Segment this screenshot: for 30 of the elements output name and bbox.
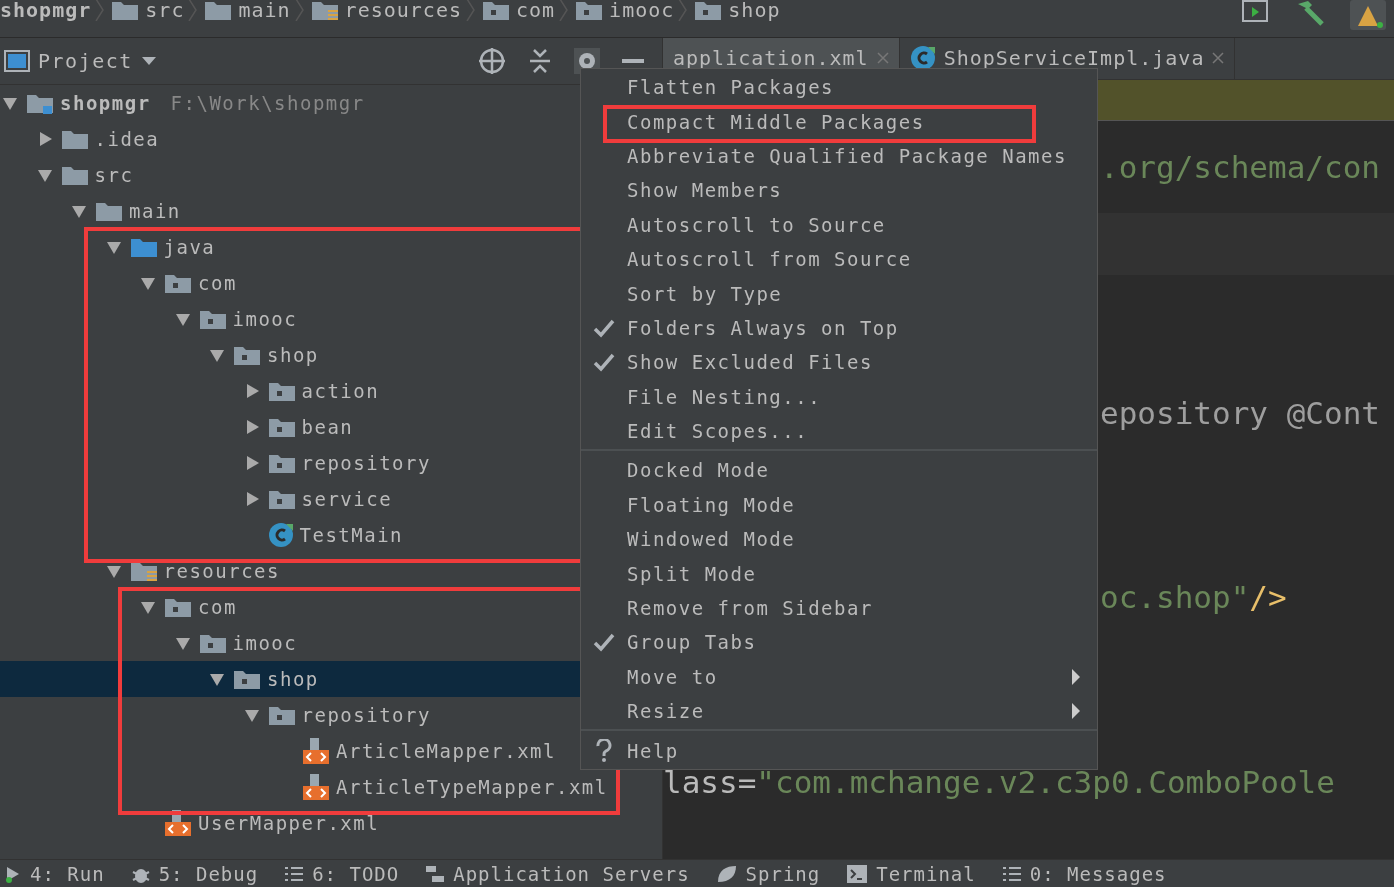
tree-item-label: repository [301,452,431,474]
code-text: "com.mchange.v2.c3p0.ComboPoole [756,766,1335,798]
tree-item-label: service [301,488,393,510]
tree-item-label: ArticleMapper.xml [336,740,556,762]
module-path: F:\Work\shopmgr [170,92,365,114]
tree-item-label: main [129,200,181,222]
tree-item-label: UserMapper.xml [198,812,380,834]
tree-item-label: shop [267,668,319,690]
tree-item-label: com [198,596,237,618]
tab-label: ShopServiceImpl.java [943,46,1205,71]
tree-item-label: action [301,380,380,402]
tree-item-label: TestMain [299,524,403,546]
tree-item-label: java [163,236,216,258]
tree-item-label: shopmgr [60,92,151,114]
tree-item-label: resources [163,560,280,582]
tree-item-label: src [94,164,134,186]
tree-item-label: shop [267,344,319,366]
tree-item-label: repository [301,704,431,726]
tree-item-label: imooc [232,308,298,330]
code-text: oc.shop" [1100,582,1250,614]
tree-item-label: ArticleTypeMapper.xml [336,776,608,798]
code-text: epository @Cont [1100,397,1380,429]
tree-item-label: imooc [232,632,298,654]
code-text: .org/schema/con [1100,151,1380,183]
tree-item-label: bean [301,416,354,438]
code-text: /> [1249,582,1287,614]
tree-item-label: com [198,272,237,294]
code-text: lass= [663,766,757,798]
tree-item-label: .idea [94,128,160,150]
tab-label: application.xml [673,46,869,71]
